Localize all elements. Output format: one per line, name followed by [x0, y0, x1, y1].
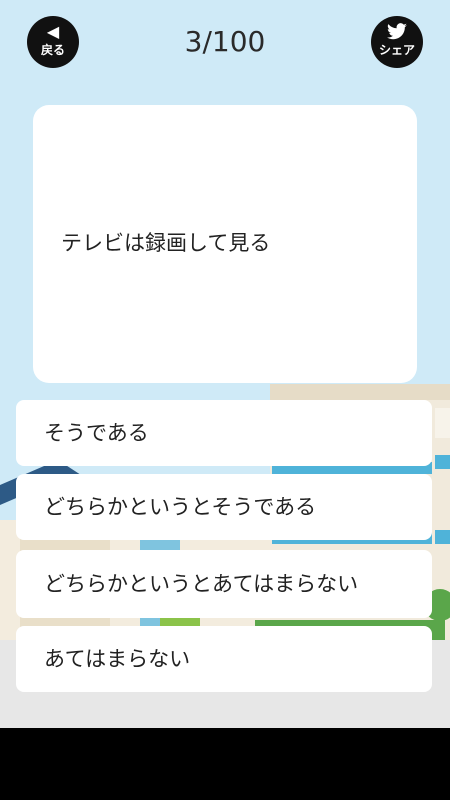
- answer-option-label: あてはまらない: [44, 647, 191, 671]
- answer-option-label: そうである: [44, 421, 149, 445]
- question-text: テレビは録画して見る: [61, 231, 271, 255]
- share-button-label: シェア: [378, 43, 415, 57]
- system-navigation-bar: [0, 728, 450, 800]
- answer-option-2[interactable]: どちらかというとそうである: [16, 474, 432, 540]
- back-button[interactable]: ◀ 戻る: [27, 16, 79, 68]
- back-button-label: 戻る: [40, 43, 65, 57]
- question-progress: 3/100: [184, 25, 266, 58]
- answer-option-label: どちらかというとそうである: [44, 495, 317, 519]
- twitter-bird-icon: [371, 23, 423, 41]
- answer-option-1[interactable]: そうである: [16, 400, 432, 466]
- app-screen: ◀ 戻る 3/100 シェア テレビは録画して見る そうである どちらかというと…: [0, 0, 450, 800]
- answer-option-3[interactable]: どちらかというとあてはまらない: [16, 550, 432, 618]
- answer-option-label: どちらかというとあてはまらない: [44, 572, 359, 596]
- share-button[interactable]: シェア: [371, 16, 423, 68]
- question-card: テレビは録画して見る: [33, 105, 417, 383]
- back-arrow-icon: ◀: [46, 22, 60, 41]
- answer-option-4[interactable]: あてはまらない: [16, 626, 432, 692]
